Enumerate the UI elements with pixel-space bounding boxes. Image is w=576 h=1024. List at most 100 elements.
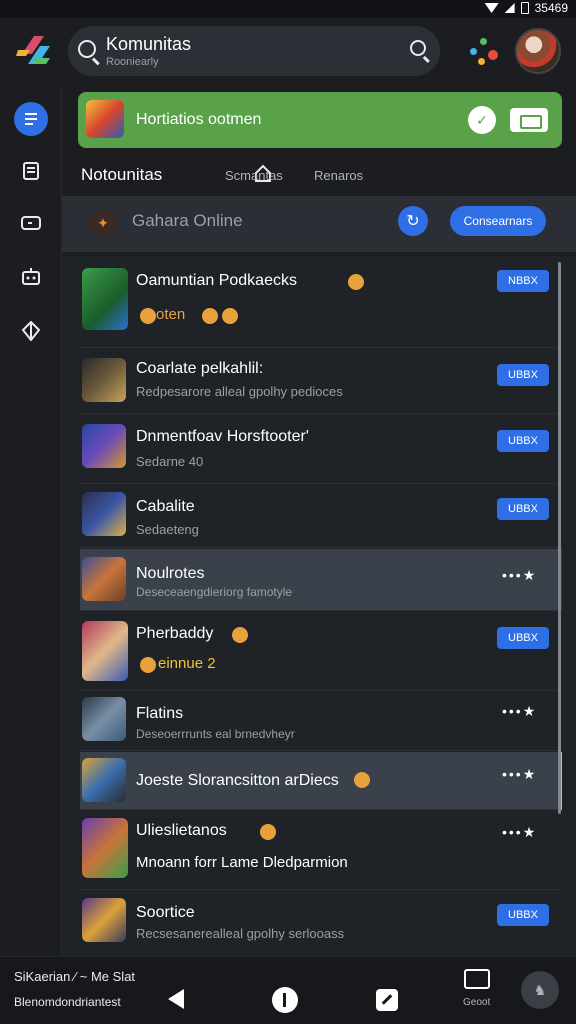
list-item[interactable]: Coarlate pelkahlil: Redpesarore alleal g…	[80, 348, 562, 414]
search-icon	[78, 40, 96, 58]
list-item[interactable]: Joeste Slorancsitton arDiecs •••★	[80, 752, 562, 810]
row-thumbnail	[82, 898, 126, 942]
banner-check-button[interactable]: ✓	[468, 106, 496, 134]
search-title: Komunitas	[106, 34, 192, 54]
more-options-icon[interactable]: •••★	[502, 824, 537, 841]
more-options-icon[interactable]: •••★	[502, 766, 537, 783]
row-title: Cabalite	[136, 498, 195, 515]
search-subtitle: Rooniearly	[106, 56, 159, 68]
sidebar-robot-icon[interactable]	[14, 260, 48, 294]
list-item[interactable]: Dnmentfoav Horsftooter' Sedarne 40 UBBX	[80, 414, 562, 484]
row-subtitle: Deseceaengdieriorg famotyle	[136, 585, 293, 599]
row-title: Pherbaddy	[136, 625, 214, 642]
emoji-icon	[222, 308, 238, 324]
emoji-icon	[232, 627, 248, 643]
list-item[interactable]: Cabalite Sedaeteng UBBX	[80, 484, 562, 548]
tab-main[interactable]: Notounitas	[81, 165, 162, 185]
status-time: 35469	[534, 1, 568, 15]
row-thumbnail	[82, 557, 126, 601]
app-logo[interactable]	[16, 30, 56, 70]
list-item[interactable]: Soortice Recsesanerealleal gpolhy serloo…	[80, 890, 562, 954]
row-subtitle: Redpesarore alleal gpolhy pedioces	[136, 384, 343, 399]
home-button-icon[interactable]	[272, 987, 298, 1013]
row-subtitle: oten	[156, 306, 186, 323]
row-title: Soortice	[136, 904, 195, 921]
status-icons: 35469	[484, 1, 568, 15]
tab-bar: Notounitas Scmantas Renaros	[62, 152, 576, 196]
more-options-icon[interactable]: •••★	[502, 567, 537, 584]
row-badge[interactable]: NBBX	[497, 270, 549, 292]
refresh-button[interactable]: ↻	[398, 206, 428, 236]
section-action-button[interactable]: Consearnars	[450, 206, 546, 236]
tab-third[interactable]: Renaros	[314, 168, 363, 183]
row-subtitle: Sedaeteng	[136, 522, 199, 537]
emoji-icon	[354, 772, 370, 788]
user-avatar[interactable]	[515, 28, 561, 74]
emoji-icon	[202, 308, 218, 324]
sidebar-document-icon[interactable]	[14, 154, 48, 188]
row-badge[interactable]: UBBX	[497, 364, 549, 386]
battery-icon	[520, 2, 529, 14]
back-icon[interactable]	[168, 989, 184, 1009]
row-badge[interactable]: UBBX	[497, 627, 549, 649]
row-subtitle: Sedarne 40	[136, 454, 204, 469]
section-title: Gahara Online	[132, 211, 243, 230]
search-bar[interactable]: Komunitas Rooniearly	[68, 26, 440, 76]
more-options-icon[interactable]: •••★	[502, 703, 537, 720]
row-badge[interactable]: UBBX	[497, 904, 549, 926]
list-item[interactable]: Ulieslietanos Mnoann forr Lame Dledparmi…	[80, 810, 562, 890]
emoji-icon	[348, 274, 364, 290]
list-item[interactable]: Pherbaddy einnue 2 UBBX	[80, 611, 562, 691]
row-title: Dnmentfoav Horsftooter'	[136, 428, 309, 445]
scrollbar[interactable]	[558, 262, 561, 814]
banner-action-button[interactable]	[510, 108, 548, 132]
row-thumbnail	[82, 758, 126, 802]
banner-text: Hortiatios ootmen	[136, 111, 262, 128]
section-icon: ✦	[90, 210, 116, 236]
status-bar: 35469	[0, 0, 576, 18]
row-title: Joeste Slorancsitton arDiecs	[136, 772, 339, 789]
sidebar-chat-icon[interactable]	[14, 102, 48, 136]
row-thumbnail	[82, 268, 128, 330]
row-thumbnail	[82, 424, 126, 468]
emoji-icon	[140, 657, 156, 673]
row-subtitle: Mnoann forr Lame Dledparmion	[136, 854, 348, 871]
sidebar-shield-icon[interactable]	[14, 314, 48, 348]
emoji-icon	[140, 308, 156, 324]
bottom-status-subline: Blenomdondriantest	[14, 995, 121, 1009]
row-badge[interactable]: UBBX	[497, 430, 549, 452]
cellular-icon	[504, 3, 515, 13]
mail-icon[interactable]	[464, 969, 490, 989]
row-subtitle: einnue 2	[158, 655, 216, 672]
row-title: Flatins	[136, 705, 184, 722]
edit-icon[interactable]	[376, 989, 398, 1011]
list-item[interactable]: Oamuntian Podkaecks oten NBBX	[80, 256, 562, 348]
banner-thumbnail	[86, 100, 124, 138]
row-thumbnail	[82, 621, 128, 681]
row-subtitle: Recsesanerealleal gpolhy serlooass	[136, 926, 345, 941]
wifi-icon	[484, 3, 499, 13]
apps-dots-icon[interactable]	[470, 38, 498, 68]
sidebar-gamepad-icon[interactable]	[14, 206, 48, 240]
promo-banner[interactable]: Hortiatios ootmen ✓	[78, 92, 562, 148]
sidebar	[0, 86, 62, 956]
row-thumbnail	[82, 818, 128, 878]
emoji-icon	[260, 824, 276, 840]
row-thumbnail	[82, 358, 126, 402]
row-title: Ulieslietanos	[136, 822, 227, 839]
profile-avatar-icon[interactable]: ♞	[521, 971, 559, 1009]
row-title: Noulrotes	[136, 565, 205, 582]
row-thumbnail	[82, 697, 126, 741]
row-badge[interactable]: UBBX	[497, 498, 549, 520]
top-bar: Komunitas Rooniearly	[0, 18, 576, 86]
bottom-bar: SiKaerian ⁄ ~ Me Slat Blenomdondriantest…	[0, 956, 576, 1024]
row-title: Coarlate pelkahlil:	[136, 360, 264, 377]
tab-second[interactable]: Scmantas	[225, 168, 283, 183]
list-item[interactable]: Flatins Deseoerrrunts eal brnedvheyr •••…	[80, 691, 562, 751]
search-submit-icon[interactable]	[410, 40, 426, 56]
row-title: Oamuntian Podkaecks	[136, 272, 297, 289]
community-list: Oamuntian Podkaecks oten NBBX Coarlate p…	[62, 256, 576, 956]
mail-label: Geoot	[463, 997, 491, 1008]
bottom-status-line: SiKaerian ⁄ ~ Me Slat	[14, 969, 136, 984]
list-item[interactable]: Noulrotes Deseceaengdieriorg famotyle ••…	[80, 549, 562, 611]
